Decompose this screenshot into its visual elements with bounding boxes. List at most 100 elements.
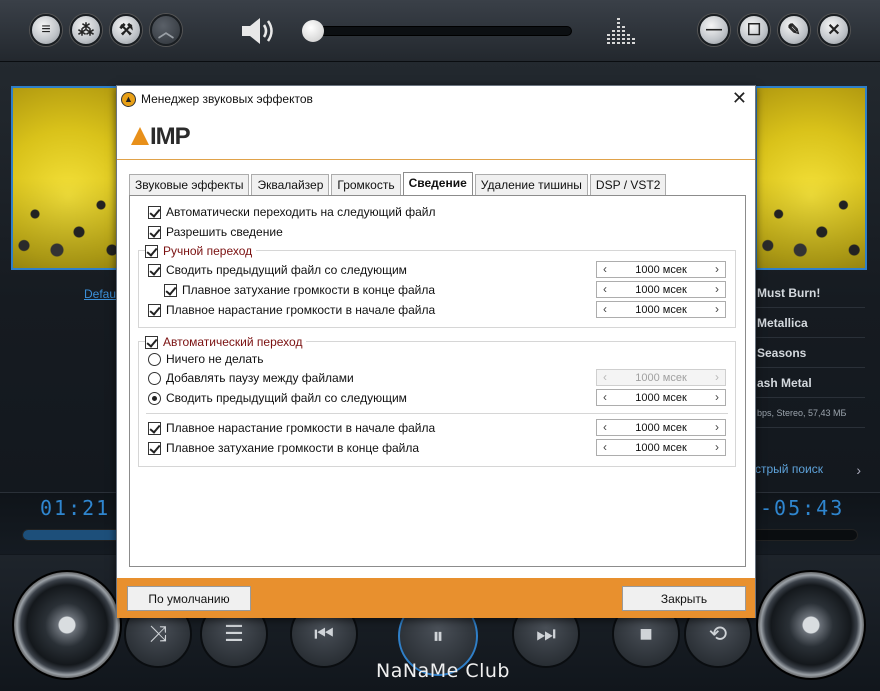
manual-mix-duration[interactable]: ‹ 1000 мсек › bbox=[596, 261, 726, 278]
duration-value: 1000 мсек bbox=[635, 303, 687, 316]
auto-next-checkbox[interactable]: Автоматически переходить на следующий фа… bbox=[148, 203, 435, 221]
manual-fadein-duration[interactable]: ‹ 1000 мсек › bbox=[596, 301, 726, 318]
album-art-left bbox=[11, 86, 125, 270]
wrench-icon[interactable]: ⚒ bbox=[110, 14, 142, 46]
checkbox-box[interactable] bbox=[164, 283, 177, 297]
manual-fadeout-label: Плавное затухание громкости в конце файл… bbox=[182, 283, 436, 297]
checkbox-box[interactable] bbox=[148, 225, 161, 239]
aimp-logo-text: IMP bbox=[150, 123, 191, 150]
chevron-right-icon[interactable]: › bbox=[710, 262, 724, 277]
close-icon[interactable]: ✕ bbox=[732, 88, 747, 109]
manual-transition-checkbox[interactable]: Ручной переход bbox=[145, 242, 257, 260]
chevron-left-icon: ‹ bbox=[603, 370, 607, 384]
allow-mix-label: Разрешить сведение bbox=[166, 225, 283, 239]
auto-next-label: Автоматически переходить на следующий фа… bbox=[166, 205, 436, 219]
brand-watermark: NaNaMe Club bbox=[376, 660, 510, 682]
auto-group-divider bbox=[146, 413, 728, 414]
radio-add-pause[interactable]: Добавлять паузу между файлами bbox=[148, 369, 354, 387]
crossfade-panel: Автоматически переходить на следующий фа… bbox=[129, 195, 746, 567]
track-artist: Metallica bbox=[755, 308, 865, 338]
volume-knob[interactable] bbox=[302, 20, 324, 42]
pin-icon[interactable]: ✎ bbox=[778, 14, 810, 46]
manual-fadeout-duration[interactable]: ‹ 1000 мсек › bbox=[596, 281, 726, 298]
checkbox-box[interactable] bbox=[145, 244, 158, 258]
manual-fadein-label: Плавное нарастание громкости в начале фа… bbox=[166, 303, 436, 317]
aimp-logo: IMP bbox=[131, 123, 191, 150]
manual-mix-checkbox[interactable]: Сводить предыдущий файл со следующим bbox=[148, 261, 407, 279]
chevron-right-icon[interactable]: › bbox=[710, 390, 724, 405]
radio-do-nothing[interactable]: Ничего не делать bbox=[148, 350, 264, 368]
tab-volume[interactable]: Громкость bbox=[331, 174, 401, 195]
duration-value: 1000 мсек bbox=[635, 421, 687, 434]
defaults-button[interactable]: По умолчанию bbox=[127, 586, 251, 611]
tab-silence-removal[interactable]: Удаление тишины bbox=[474, 174, 588, 195]
pause-duration: ‹ 1000 мсек › bbox=[596, 369, 726, 386]
chevron-up-icon[interactable]: ︿ bbox=[150, 14, 182, 46]
close-button[interactable]: Закрыть bbox=[622, 586, 746, 611]
checkbox-box[interactable] bbox=[148, 263, 161, 277]
auto-fadein-checkbox[interactable]: Плавное нарастание громкости в начале фа… bbox=[148, 419, 435, 437]
chevron-right-icon[interactable]: › bbox=[710, 440, 724, 455]
header-divider bbox=[117, 159, 755, 160]
volume-slider[interactable] bbox=[310, 26, 572, 36]
tab-equalizer[interactable]: Эквалайзер bbox=[251, 174, 330, 195]
auto-fadeout-checkbox[interactable]: Плавное затухание громкости в конце файл… bbox=[148, 439, 419, 457]
manual-fadein-checkbox[interactable]: Плавное нарастание громкости в начале фа… bbox=[148, 301, 435, 319]
radio-circle[interactable] bbox=[148, 391, 161, 405]
checkbox-box[interactable] bbox=[145, 335, 158, 349]
aimp-logo-triangle-icon bbox=[131, 127, 149, 145]
tab-dsp-vst[interactable]: DSP / VST2 bbox=[589, 174, 667, 195]
maximize-icon[interactable]: ☐ bbox=[738, 14, 770, 46]
radio-add-pause-label: Добавлять паузу между файлами bbox=[166, 371, 354, 385]
aimp-app-icon: ▲ bbox=[121, 92, 136, 107]
radio-do-nothing-label: Ничего не делать bbox=[166, 352, 264, 366]
tab-crossfade[interactable]: Сведение bbox=[402, 172, 473, 195]
checkbox-box[interactable] bbox=[148, 303, 161, 317]
auto-transition-checkbox[interactable]: Автоматический переход bbox=[145, 333, 307, 351]
speaker-icon[interactable] bbox=[240, 16, 280, 46]
allow-mix-checkbox[interactable]: Разрешить сведение bbox=[148, 223, 283, 241]
track-album: Seasons bbox=[755, 338, 865, 368]
default-link[interactable]: Defau bbox=[84, 287, 116, 301]
manual-mix-label: Сводить предыдущий файл со следующим bbox=[166, 263, 407, 277]
minimize-icon[interactable]: — bbox=[698, 14, 730, 46]
tab-sound-effects[interactable]: Звуковые эффекты bbox=[129, 174, 250, 195]
chevron-right-icon[interactable]: › bbox=[710, 282, 724, 297]
menu-icon[interactable]: ≡ bbox=[30, 14, 62, 46]
auto-mix-duration[interactable]: ‹ 1000 мсек › bbox=[596, 389, 726, 406]
chevron-left-icon[interactable]: ‹ bbox=[598, 440, 612, 455]
auto-fadein-duration[interactable]: ‹ 1000 мсек › bbox=[596, 419, 726, 436]
quick-search[interactable]: стрый поиск › bbox=[755, 462, 865, 484]
checkbox-box[interactable] bbox=[148, 421, 161, 435]
speaker-right-decoration bbox=[756, 570, 866, 680]
chevron-left-icon[interactable]: ‹ bbox=[598, 420, 612, 435]
duration-value: 1000 мсек bbox=[635, 441, 687, 454]
dialog-footer: По умолчанию Закрыть bbox=[117, 578, 755, 618]
checkbox-box[interactable] bbox=[148, 441, 161, 455]
chevron-right-icon: › bbox=[856, 462, 861, 478]
quick-search-label: стрый поиск bbox=[755, 462, 823, 476]
radio-crossfade[interactable]: Сводить предыдущий файл со следующим bbox=[148, 389, 407, 407]
auto-fadeout-label: Плавное затухание громкости в конце файл… bbox=[166, 441, 420, 455]
radio-circle[interactable] bbox=[148, 371, 161, 385]
effects-icon[interactable]: ⁂ bbox=[70, 14, 102, 46]
sound-effects-dialog: ▲ Менеджер звуковых эффектов ✕ IMP Звуко… bbox=[116, 85, 756, 618]
duration-value: 1000 мсек bbox=[635, 283, 687, 296]
radio-circle[interactable] bbox=[148, 352, 161, 366]
chevron-left-icon[interactable]: ‹ bbox=[598, 262, 612, 277]
auto-fadeout-duration[interactable]: ‹ 1000 мсек › bbox=[596, 439, 726, 456]
chevron-right-icon[interactable]: › bbox=[710, 302, 724, 317]
chevron-right-icon[interactable]: › bbox=[710, 420, 724, 435]
dialog-titlebar: ▲ Менеджер звуковых эффектов ✕ bbox=[117, 86, 755, 112]
time-elapsed: 01:21 bbox=[40, 496, 111, 520]
tab-strip: Звуковые эффекты Эквалайзер Громкость Св… bbox=[129, 172, 668, 195]
manual-fadeout-checkbox[interactable]: Плавное затухание громкости в конце файл… bbox=[164, 281, 435, 299]
checkbox-box[interactable] bbox=[148, 205, 161, 219]
equalizer-icon[interactable] bbox=[606, 16, 636, 44]
chevron-left-icon[interactable]: ‹ bbox=[598, 282, 612, 297]
duration-value: 1000 мсек bbox=[635, 391, 687, 404]
radio-crossfade-label: Сводить предыдущий файл со следующим bbox=[166, 391, 407, 405]
close-icon[interactable]: ✕ bbox=[818, 14, 850, 46]
chevron-left-icon[interactable]: ‹ bbox=[598, 302, 612, 317]
chevron-left-icon[interactable]: ‹ bbox=[598, 390, 612, 405]
